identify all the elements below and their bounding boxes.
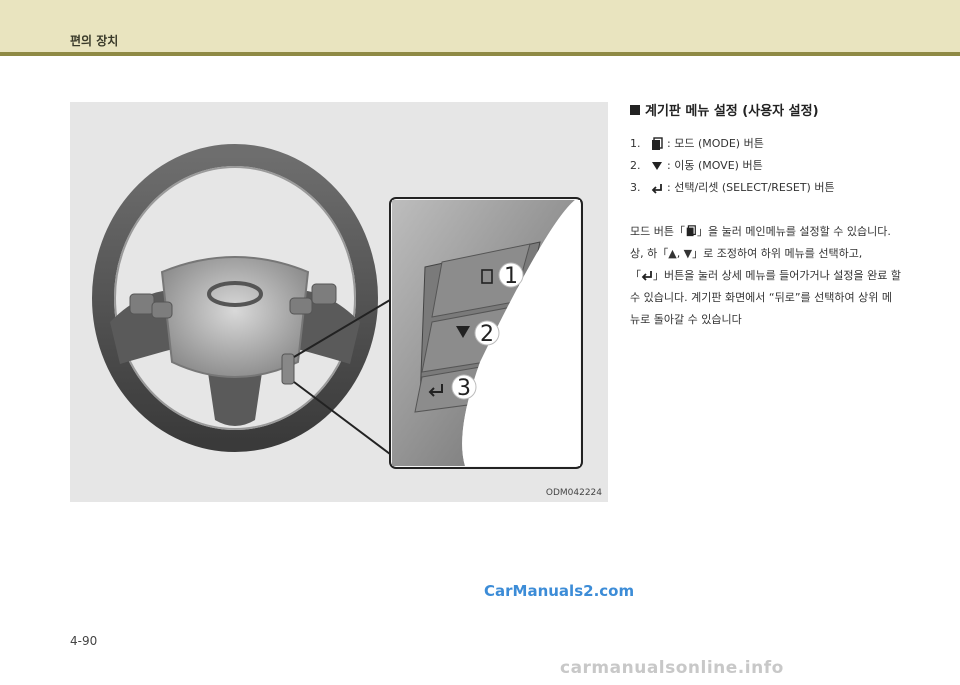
paragraph-navigation: 상, 하「▲, ▼」로 조정하여 하위 메뉴를 선택하고, 「」버튼을 눌러 상세…: [630, 243, 902, 331]
paragraph-text: 」을 눌러 메인메뉴를 설정할 수 있습니다.: [696, 225, 891, 238]
item-text: : 모드 (MODE) 버튼: [667, 137, 764, 150]
mode-button-icon: [650, 137, 664, 151]
item-number: 2.: [630, 159, 641, 172]
callout-3: 3: [457, 376, 471, 401]
paragraph-mode: 모드 버튼「 」을 눌러 메인메뉴를 설정할 수 있습니다.: [630, 221, 902, 243]
content-section: 계기판 메뉴 설정 (사용자 설정) 1. : 모드 (MODE) 버튼 2. …: [630, 100, 902, 331]
header-rule: [0, 52, 960, 56]
select-reset-enter-icon: [650, 181, 664, 195]
item-number: 3.: [630, 181, 641, 194]
callout-2: 2: [480, 322, 494, 347]
steering-wheel-illustration: 1 2 3: [92, 144, 583, 469]
item-number: 1.: [630, 137, 641, 150]
item-text: : 선택/리셋 (SELECT/RESET) 버튼: [667, 181, 835, 194]
header-band: [0, 0, 960, 52]
callout-1: 1: [504, 264, 518, 289]
paragraph-text: 「: [630, 269, 641, 282]
mode-button-icon: [686, 225, 696, 237]
list-item: 2. : 이동 (MOVE) 버튼: [630, 155, 900, 177]
watermark-link[interactable]: CarManuals2.com: [484, 582, 634, 600]
paragraph-text: 모드 버튼「: [630, 225, 685, 238]
select-reset-enter-icon: [641, 271, 652, 281]
chapter-title: 편의 장치: [70, 34, 119, 48]
page-number: 4-90: [70, 634, 98, 648]
button-list: 1. : 모드 (MODE) 버튼 2. : 이동 (MOVE) 버튼 3. :…: [630, 133, 900, 199]
steering-wheel-figure: 1 2 3 ODM042224: [70, 102, 608, 502]
item-text: : 이동 (MOVE) 버튼: [667, 159, 763, 172]
paragraph-text: 상, 하「▲, ▼」로 조정하여 하위 메뉴를 선택하고,: [630, 247, 863, 260]
section-heading: 계기판 메뉴 설정 (사용자 설정): [630, 100, 900, 119]
switch-group-marker: [281, 353, 295, 385]
list-item: 3. : 선택/리셋 (SELECT/RESET) 버튼: [630, 177, 900, 199]
section-title: 계기판 메뉴 설정 (사용자 설정): [645, 104, 819, 119]
square-bullet-icon: [630, 104, 640, 115]
move-down-triangle-icon: [650, 159, 664, 173]
figure-code: ODM042224: [545, 488, 602, 498]
paragraph-text: 」버튼을 눌러 상세 메뉴를 들어가거나 설정을 완료 할 수 있습니다. 계기…: [630, 269, 901, 326]
list-item: 1. : 모드 (MODE) 버튼: [630, 133, 900, 155]
footer-watermark: carmanualsonline.info: [560, 658, 784, 678]
